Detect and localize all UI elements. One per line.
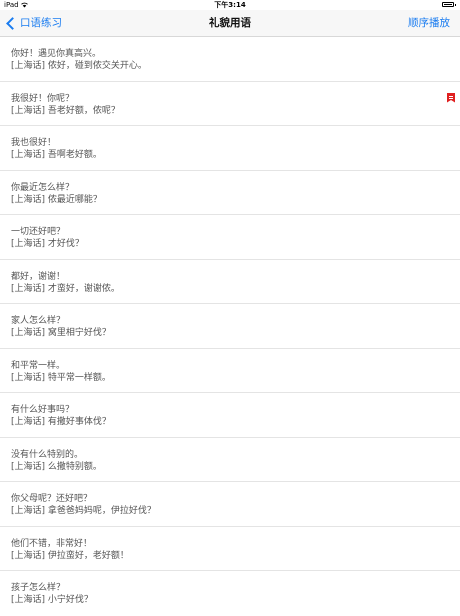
status-time: 下午3:14 <box>214 1 246 9</box>
shanghainese-text: [上海话] 窝里相宁好伐？ <box>11 328 111 338</box>
navigation-bar: 口语练习 礼貌用语 顺序播放 <box>0 10 460 37</box>
list-item[interactable]: 一切还好吧？ [上海话] 才好伐？ <box>0 215 460 260</box>
list-item[interactable]: 我很好！你呢？ [上海话] 吾老好额，侬呢？ <box>0 82 460 126</box>
list-item[interactable]: 你好！遇见你真高兴。 [上海话] 侬好，碰到侬交关开心。 <box>0 37 460 82</box>
mandarin-text: 你父母呢？还好吧？ <box>11 494 93 504</box>
mandarin-text: 你好！遇见你真高兴。 <box>11 49 102 59</box>
shanghainese-text: [上海话] 有撒好事体伐？ <box>11 417 111 427</box>
list-item[interactable]: 没有什么特别的。 [上海话] 么撒特别额。 <box>0 438 460 482</box>
shanghainese-text: [上海话] 么撒特别额。 <box>11 461 102 472</box>
shanghainese-text: [上海话] 侬好，碰到侬交关开心。 <box>11 61 147 71</box>
list-item[interactable]: 你最近怎么样？ [上海话] 侬最近哪能？ <box>0 171 460 215</box>
mandarin-text: 家人怎么样？ <box>11 316 66 326</box>
back-button-label: 口语练习 <box>20 17 62 29</box>
list-item[interactable]: 他们不错，非常好！ [上海话] 伊拉蛮好，老好额！ <box>0 527 460 571</box>
shanghainese-text: [上海话] 小宁好伐？ <box>11 595 93 605</box>
list-item[interactable]: 有什么好事吗？ [上海话] 有撒好事体伐？ <box>0 393 460 438</box>
mandarin-text: 有什么好事吗？ <box>11 405 75 415</box>
mandarin-text: 和平常一样。 <box>11 360 66 371</box>
mandarin-text: 没有什么特别的。 <box>11 449 84 460</box>
mandarin-text: 我也很好！ <box>11 138 57 148</box>
shanghainese-text: [上海话] 侬最近哪能？ <box>11 194 102 205</box>
back-button[interactable]: 口语练习 <box>5 10 62 36</box>
shanghainese-text: [上海话] 才蛮好，谢谢侬。 <box>11 283 120 294</box>
shanghainese-text: [上海话] 特平常一样额。 <box>11 372 111 383</box>
list-item[interactable]: 你父母呢？还好吧？ [上海话] 拿爸爸妈妈呢，伊拉好伐？ <box>0 482 460 527</box>
battery-icon <box>442 2 456 7</box>
mandarin-text: 我很好！你呢？ <box>11 93 75 104</box>
shanghainese-text: [上海话] 吾老好额，侬呢？ <box>11 105 120 116</box>
phrase-list: 你好！遇见你真高兴。 [上海话] 侬好，碰到侬交关开心。 我很好！你呢？ [上海… <box>0 37 460 616</box>
mandarin-text: 孩子怎么样？ <box>11 583 66 593</box>
page-title: 礼貌用语 <box>209 17 251 29</box>
list-item[interactable]: 我也很好！ [上海话] 吾啊老好额。 <box>0 126 460 171</box>
status-bar: iPad 下午3:14 <box>0 0 460 10</box>
mandarin-text: 都好，谢谢！ <box>11 271 66 282</box>
chevron-left-icon <box>6 16 19 30</box>
list-item[interactable]: 家人怎么样？ [上海话] 窝里相宁好伐？ <box>0 304 460 349</box>
mandarin-text: 一切还好吧？ <box>11 227 66 237</box>
shanghainese-text: [上海话] 吾啊老好额。 <box>11 150 102 160</box>
list-item[interactable]: 和平常一样。 [上海话] 特平常一样额。 <box>0 349 460 393</box>
shanghainese-text: [上海话] 拿爸爸妈妈呢，伊拉好伐？ <box>11 506 156 516</box>
shanghainese-text: [上海话] 伊拉蛮好，老好额！ <box>11 550 129 561</box>
sequential-play-button[interactable]: 顺序播放 <box>408 10 450 36</box>
list-item[interactable]: 都好，谢谢！ [上海话] 才蛮好，谢谢侬。 <box>0 260 460 304</box>
mandarin-text: 你最近怎么样？ <box>11 182 75 193</box>
mandarin-text: 他们不错，非常好！ <box>11 538 93 549</box>
list-item[interactable]: 孩子怎么样？ [上海话] 小宁好伐？ <box>0 571 460 616</box>
shanghainese-text: [上海话] 才好伐？ <box>11 239 84 249</box>
